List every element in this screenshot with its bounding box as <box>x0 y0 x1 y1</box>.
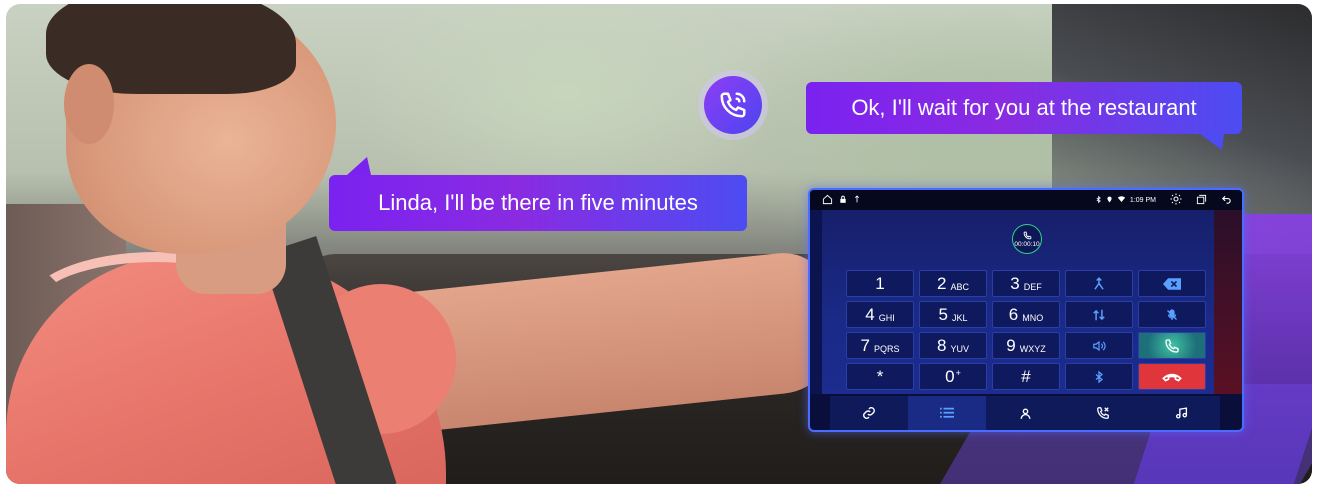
wifi-icon <box>1117 195 1126 205</box>
lock-icon <box>839 195 847 206</box>
key-0[interactable]: 0 + <box>919 363 987 390</box>
reply-speech-bubble: Ok, I'll wait for you at the restaurant <box>806 82 1242 150</box>
key-hash[interactable]: # <box>992 363 1060 390</box>
screen-left-edge <box>810 210 822 394</box>
call-timer-text: 00:00:10 <box>1014 240 1040 248</box>
answer-call-button[interactable] <box>1138 332 1206 359</box>
status-time: 1:09 PM <box>1129 196 1156 204</box>
car-stereo-screen: 1:09 PM 00:00:10 1 2 ABC 3 DEF 4 GHI 5 J… <box>808 188 1244 432</box>
dialer-tab-bar <box>830 396 1220 430</box>
key-2[interactable]: 2 ABC <box>919 270 987 297</box>
tab-dialpad[interactable] <box>908 396 986 430</box>
merge-call-icon <box>1094 276 1104 290</box>
bluetooth-status-icon <box>1095 195 1102 206</box>
music-icon <box>1175 407 1187 419</box>
bluetooth-icon <box>1095 370 1103 383</box>
tab-link[interactable] <box>830 396 908 430</box>
mic-mute-icon <box>1167 308 1177 320</box>
call-icon <box>1165 338 1179 353</box>
tab-call-log[interactable] <box>1064 396 1142 430</box>
driver-ear <box>64 64 114 144</box>
merge-call-button[interactable] <box>1065 270 1133 297</box>
driver-speech-bubble: Linda, I'll be there in five minutes <box>329 157 747 231</box>
key-1[interactable]: 1 <box>846 270 914 297</box>
driver-message-text: Linda, I'll be there in five minutes <box>378 190 698 215</box>
screen-right-edge <box>1214 210 1242 394</box>
phone-ringing-icon <box>704 76 762 134</box>
link-icon <box>863 407 875 419</box>
swap-call-icon <box>1093 309 1105 320</box>
backspace-button[interactable] <box>1138 270 1206 297</box>
dial-keypad: 1 2 ABC 3 DEF 4 GHI 5 JKL 6 MNO 7 PQRS 8 YUV 9W… <box>846 270 1210 390</box>
contacts-icon <box>1019 407 1031 419</box>
phone-icon <box>1023 231 1031 239</box>
home-icon[interactable] <box>822 194 833 207</box>
hang-up-button[interactable] <box>1138 363 1206 390</box>
mute-mic-button[interactable] <box>1138 301 1206 328</box>
phone-call-badge <box>698 70 768 140</box>
backspace-icon <box>1163 277 1181 290</box>
location-icon <box>1106 195 1113 206</box>
key-3[interactable]: 3 DEF <box>992 270 1060 297</box>
key-6[interactable]: 6 MNO <box>992 301 1060 328</box>
call-log-icon <box>1097 407 1109 419</box>
recent-apps-icon[interactable] <box>1196 194 1207 207</box>
speaker-button[interactable] <box>1065 332 1133 359</box>
back-icon[interactable] <box>1221 194 1232 207</box>
reply-message-text: Ok, I'll wait for you at the restaurant <box>851 95 1197 120</box>
tab-music[interactable] <box>1142 396 1220 430</box>
tab-contacts[interactable] <box>986 396 1064 430</box>
speaker-icon <box>1093 340 1106 351</box>
key-8[interactable]: 8 YUV <box>919 332 987 359</box>
status-bar: 1:09 PM <box>810 190 1242 210</box>
call-timer-badge: 00:00:10 <box>1012 224 1042 254</box>
swap-call-button[interactable] <box>1065 301 1133 328</box>
key-7[interactable]: 7 PQRS <box>846 332 914 359</box>
key-5[interactable]: 5 JKL <box>919 301 987 328</box>
hang-up-icon <box>1162 373 1182 382</box>
key-9[interactable]: 9 WXYZ <box>992 332 1060 359</box>
key-star[interactable]: * <box>846 363 914 390</box>
brightness-icon[interactable] <box>1170 193 1182 207</box>
bluetooth-button[interactable] <box>1065 363 1133 390</box>
key-4[interactable]: 4 GHI <box>846 301 914 328</box>
list-icon <box>940 407 954 418</box>
usb-icon <box>853 194 861 206</box>
